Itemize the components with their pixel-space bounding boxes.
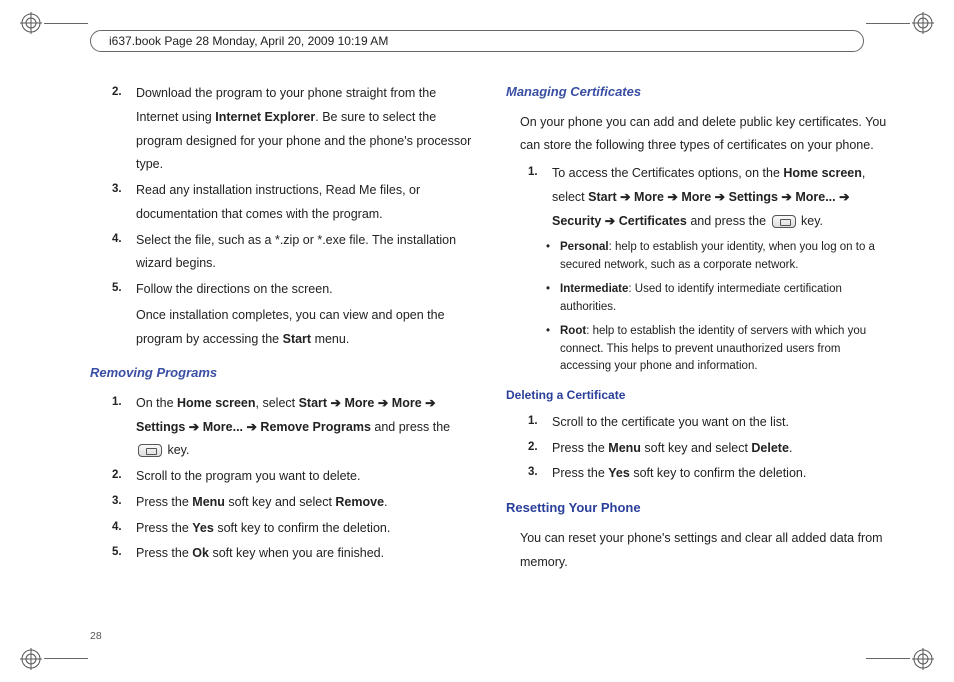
crop-line	[44, 658, 88, 659]
list-number: 1.	[528, 162, 552, 233]
list-body: Select the file, such as a *.zip or *.ex…	[136, 229, 478, 277]
list-item: 3. Press the Yes soft key to confirm the…	[528, 462, 894, 486]
heading-deleting-certificate: Deleting a Certificate	[506, 384, 894, 407]
heading-removing-programs: Removing Programs	[90, 361, 478, 386]
list-body: To access the Certificates options, on t…	[552, 162, 894, 233]
ok-key-icon	[138, 444, 162, 457]
list-body: Read any installation instructions, Read…	[136, 179, 478, 227]
bullet-item: • Personal: help to establish your ident…	[546, 239, 894, 275]
list-item: 1. Scroll to the certificate you want on…	[528, 411, 894, 435]
list-number: 1.	[112, 392, 136, 463]
list-number: 4.	[112, 517, 136, 541]
list-number: 5.	[112, 278, 136, 302]
right-column: Managing Certificates On your phone you …	[506, 80, 894, 627]
list-item: 5. Follow the directions on the screen.	[112, 278, 478, 302]
heading-resetting-phone: Resetting Your Phone	[506, 496, 894, 521]
list-number: 2.	[528, 437, 552, 461]
left-column: 2. Download the program to your phone st…	[90, 80, 478, 627]
page-header-caption: i637.book Page 28 Monday, April 20, 2009…	[90, 30, 864, 52]
list-body: Press the Menu soft key and select Delet…	[552, 437, 894, 461]
crop-line	[866, 658, 910, 659]
paragraph: You can reset your phone's settings and …	[520, 527, 894, 575]
ok-key-icon	[772, 215, 796, 228]
list-body: Download the program to your phone strai…	[136, 82, 478, 177]
list-item: 1. To access the Certificates options, o…	[528, 162, 894, 233]
list-number: 3.	[528, 462, 552, 486]
list-item: 3. Press the Menu soft key and select Re…	[112, 491, 478, 515]
list-number: 5.	[112, 542, 136, 566]
list-body: Press the Ok soft key when you are finis…	[136, 542, 478, 566]
bullet-dot: •	[546, 323, 560, 376]
paragraph: On your phone you can add and delete pub…	[520, 111, 894, 159]
list-body: Press the Yes soft key to confirm the de…	[136, 517, 478, 541]
list-body: Press the Menu soft key and select Remov…	[136, 491, 478, 515]
crop-mark-icon	[912, 12, 934, 34]
list-body: Scroll to the certificate you want on th…	[552, 411, 894, 435]
crop-mark-icon	[20, 12, 42, 34]
bullet-dot: •	[546, 281, 560, 317]
list-item: 4. Press the Yes soft key to confirm the…	[112, 517, 478, 541]
list-number: 1.	[528, 411, 552, 435]
list-body: Press the Yes soft key to confirm the de…	[552, 462, 894, 486]
list-item: 3. Read any installation instructions, R…	[112, 179, 478, 227]
crop-mark-icon	[20, 648, 42, 670]
list-number: 4.	[112, 229, 136, 277]
list-item: 2. Scroll to the program you want to del…	[112, 465, 478, 489]
bullet-item: • Intermediate: Used to identify interme…	[546, 281, 894, 317]
list-item: 4. Select the file, such as a *.zip or *…	[112, 229, 478, 277]
list-item: 1. On the Home screen, select Start ➔ Mo…	[112, 392, 478, 463]
crop-line	[866, 23, 910, 24]
bullet-dot: •	[546, 239, 560, 275]
list-number: 2.	[112, 82, 136, 177]
list-item: 2. Download the program to your phone st…	[112, 82, 478, 177]
crop-mark-icon	[912, 648, 934, 670]
list-item: 2. Press the Menu soft key and select De…	[528, 437, 894, 461]
list-body: Follow the directions on the screen.	[136, 278, 478, 302]
list-number: 3.	[112, 491, 136, 515]
continuation-text: Once installation completes, you can vie…	[136, 304, 478, 352]
list-body: On the Home screen, select Start ➔ More …	[136, 392, 478, 463]
page-number: 28	[90, 630, 102, 642]
list-item: 5. Press the Ok soft key when you are fi…	[112, 542, 478, 566]
list-number: 3.	[112, 179, 136, 227]
heading-managing-certificates: Managing Certificates	[506, 80, 894, 105]
page-content: 2. Download the program to your phone st…	[90, 80, 894, 627]
bullet-item: • Root: help to establish the identity o…	[546, 323, 894, 376]
list-number: 2.	[112, 465, 136, 489]
crop-line	[44, 23, 88, 24]
list-body: Scroll to the program you want to delete…	[136, 465, 478, 489]
